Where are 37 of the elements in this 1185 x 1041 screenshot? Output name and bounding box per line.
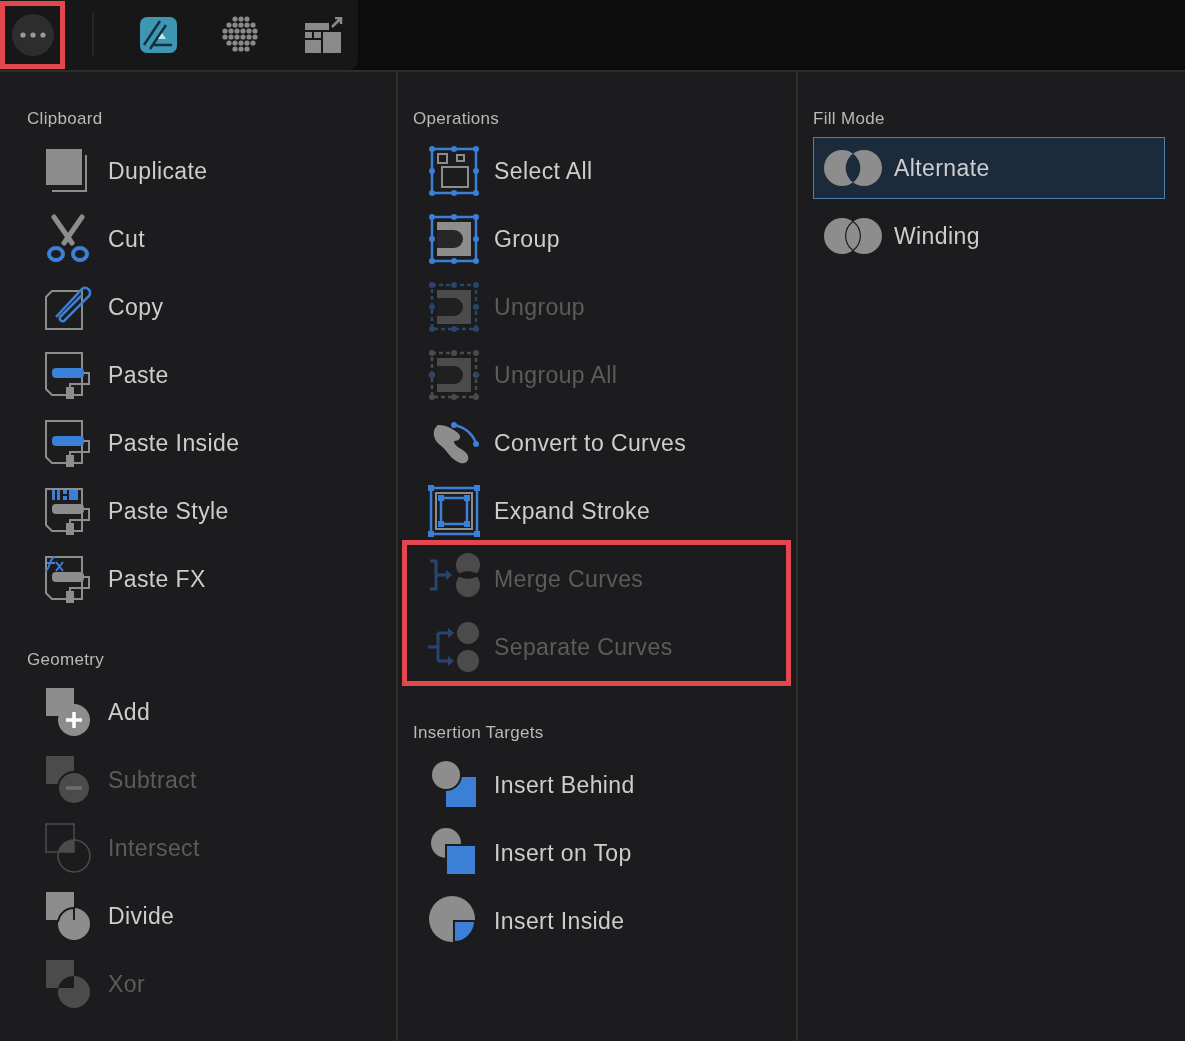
selection-frame-icon [428,145,480,197]
menu-item[interactable]: Paste Inside [0,409,396,477]
fill-mode-option[interactable]: Winding [813,205,1165,267]
split-arrow-icon [428,621,480,673]
section-heading: Fill Mode [812,108,886,130]
overlapping-circles-icon [824,148,882,188]
menu-item[interactable]: Paste FX [0,545,396,613]
menu-item[interactable]: Divide [0,882,396,950]
menu-item[interactable]: Paste [0,341,396,409]
section-heading: Operations [412,108,501,130]
dot-grid-icon[interactable] [222,16,260,54]
section-heading: Geometry [26,649,106,671]
menu-item[interactable]: Group [398,205,796,273]
app-logo-icon[interactable] [140,17,177,53]
section-heading: Insertion Targets [412,722,545,744]
expand-stroke-icon [428,485,480,537]
menu-item[interactable]: Expand Stroke [398,477,796,545]
menu-item[interactable]: Convert to Curves [398,409,796,477]
fill-mode-option[interactable]: Alternate [813,137,1165,199]
group-frame-icon [428,213,480,265]
section-heading: Clipboard [26,108,104,130]
ungroup-frame-icon [428,281,480,333]
overlapping-circles-icon [824,216,882,256]
ungroup-frame-icon [428,349,480,401]
more-button[interactable] [11,14,54,56]
menu-item[interactable]: Cut [0,205,396,273]
menu-item[interactable]: Select All [398,137,796,205]
menu-item[interactable]: Paste Style [0,477,396,545]
menu-item[interactable]: Insert on Top [398,819,796,887]
layout-arrow-icon[interactable] [305,17,343,53]
menu-item[interactable]: Insert Behind [398,751,796,819]
menu-item[interactable]: Duplicate [0,137,396,205]
menu-item[interactable]: Copy [0,273,396,341]
menu-item[interactable]: Insert Inside [398,887,796,955]
intersect-shapes-icon [42,822,94,874]
menu-item[interactable]: Add [0,678,396,746]
ellipsis-icon [19,32,46,38]
